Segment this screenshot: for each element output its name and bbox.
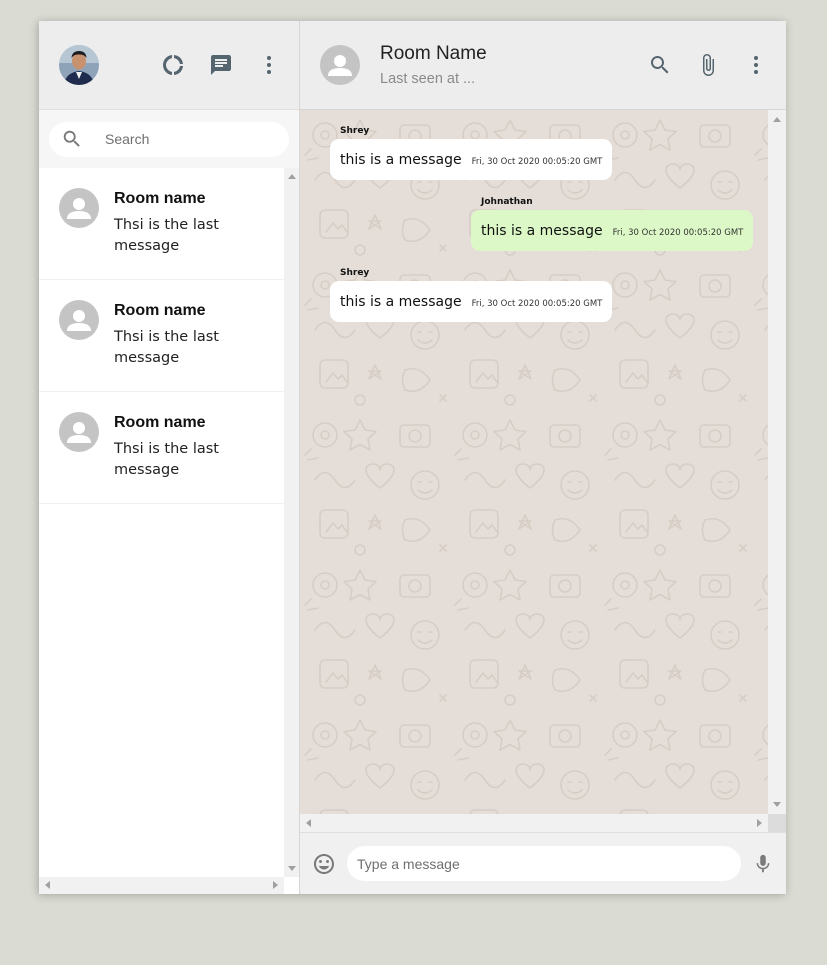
room-avatar bbox=[59, 300, 99, 340]
room-header-info: Room Name Last seen at ... bbox=[380, 43, 487, 87]
message-timestamp: Fri, 30 Oct 2020 00:05:20 GMT bbox=[471, 298, 603, 309]
message-input-wrapper bbox=[347, 846, 741, 881]
user-photo-icon bbox=[59, 45, 99, 85]
chat-info: Room name Thsi is the last message bbox=[114, 188, 224, 279]
messages-vertical-scrollbar[interactable] bbox=[768, 110, 786, 814]
search-input[interactable] bbox=[105, 131, 255, 147]
last-seen-text: Last seen at ... bbox=[380, 71, 476, 87]
scrollbar-corner bbox=[768, 814, 786, 832]
chat-panel: Room Name Last seen at ... Shrey this is… bbox=[300, 21, 786, 894]
message-text: this is a message bbox=[340, 151, 462, 168]
search-box bbox=[49, 121, 289, 157]
search-messages-button[interactable] bbox=[636, 41, 684, 89]
chat-icon bbox=[211, 55, 231, 75]
attach-file-icon bbox=[703, 54, 714, 76]
room-avatar bbox=[59, 188, 99, 228]
sidebar: Room name Thsi is the last message Room … bbox=[39, 21, 300, 894]
messages-area: Shrey this is a message Fri, 30 Oct 2020… bbox=[300, 110, 768, 814]
message-timestamp: Fri, 30 Oct 2020 00:05:20 GMT bbox=[471, 156, 603, 167]
sidebar-header bbox=[39, 21, 299, 110]
chat-list-horizontal-scrollbar[interactable] bbox=[39, 877, 284, 894]
room-name: Room name bbox=[114, 414, 206, 431]
message-text: this is a message bbox=[481, 222, 603, 239]
search-icon bbox=[651, 56, 669, 74]
chat-footer bbox=[300, 832, 786, 894]
scroll-up-arrow-icon[interactable] bbox=[288, 174, 296, 179]
more-vert-icon bbox=[267, 56, 271, 74]
chat-list-item[interactable]: Room name Thsi is the last message bbox=[39, 280, 284, 392]
whatsapp-clone-app: Room name Thsi is the last message Room … bbox=[39, 21, 786, 894]
person-icon bbox=[67, 422, 91, 443]
room-title: Room Name bbox=[380, 43, 487, 64]
scroll-down-arrow-icon[interactable] bbox=[773, 802, 781, 807]
message-text: this is a message bbox=[340, 293, 462, 310]
person-icon bbox=[67, 198, 91, 219]
messages-horizontal-scrollbar[interactable] bbox=[300, 814, 768, 832]
chat-list-item[interactable]: Room name Thsi is the last message bbox=[39, 168, 284, 280]
status-button[interactable] bbox=[149, 41, 197, 89]
room-avatar bbox=[59, 412, 99, 452]
person-icon bbox=[67, 310, 91, 331]
person-icon bbox=[328, 55, 352, 76]
scroll-right-arrow-icon[interactable] bbox=[757, 819, 762, 827]
emoji-button[interactable] bbox=[312, 852, 336, 876]
message-own: Johnathan this is a message Fri, 30 Oct … bbox=[471, 197, 754, 251]
chat-info: Room name Thsi is the last message bbox=[114, 300, 224, 391]
chat-header: Room Name Last seen at ... bbox=[300, 21, 786, 110]
message-input[interactable] bbox=[357, 855, 741, 872]
scroll-left-arrow-icon[interactable] bbox=[45, 881, 50, 889]
search-bar bbox=[39, 110, 299, 168]
scroll-up-arrow-icon[interactable] bbox=[773, 117, 781, 122]
message-sender: Johnathan bbox=[481, 197, 533, 207]
chat-list-area: Room name Thsi is the last message Room … bbox=[39, 168, 299, 894]
emoji-icon bbox=[314, 853, 334, 874]
chat-menu-button[interactable] bbox=[732, 41, 780, 89]
chat-header-actions bbox=[636, 41, 780, 89]
user-avatar[interactable] bbox=[59, 45, 99, 85]
scroll-down-arrow-icon[interactable] bbox=[288, 866, 296, 871]
last-message: Thsi is the last message bbox=[114, 441, 219, 478]
chat-info: Room name Thsi is the last message bbox=[114, 412, 224, 503]
message-sender: Shrey bbox=[340, 126, 370, 136]
message-bubble[interactable]: this is a message Fri, 30 Oct 2020 00:05… bbox=[330, 139, 613, 180]
scroll-right-arrow-icon[interactable] bbox=[273, 881, 278, 889]
message: Shrey this is a message Fri, 30 Oct 2020… bbox=[330, 126, 613, 180]
room-header-avatar[interactable] bbox=[320, 45, 360, 85]
sidebar-menu-button[interactable] bbox=[245, 41, 293, 89]
chat-list: Room name Thsi is the last message Room … bbox=[39, 168, 284, 877]
scroll-left-arrow-icon[interactable] bbox=[306, 819, 311, 827]
last-message: Thsi is the last message bbox=[114, 329, 219, 366]
chat-list-item[interactable]: Room name Thsi is the last message bbox=[39, 392, 284, 504]
sidebar-header-actions bbox=[149, 41, 293, 89]
last-message: Thsi is the last message bbox=[114, 217, 219, 254]
mic-icon bbox=[756, 854, 770, 872]
chat-list-vertical-scrollbar[interactable] bbox=[284, 168, 299, 877]
room-name: Room name bbox=[114, 302, 206, 319]
message-sender: Shrey bbox=[340, 268, 370, 278]
new-chat-button[interactable] bbox=[197, 41, 245, 89]
message-bubble[interactable]: this is a message Fri, 30 Oct 2020 00:05… bbox=[330, 281, 613, 322]
room-name: Room name bbox=[114, 190, 206, 207]
attach-button[interactable] bbox=[684, 41, 732, 89]
search-icon bbox=[63, 130, 80, 147]
more-vert-icon bbox=[754, 56, 758, 74]
message: Shrey this is a message Fri, 30 Oct 2020… bbox=[330, 268, 613, 322]
donut-large-icon bbox=[163, 55, 183, 75]
message-bubble[interactable]: this is a message Fri, 30 Oct 2020 00:05… bbox=[471, 210, 754, 251]
voice-message-button[interactable] bbox=[752, 853, 774, 875]
message-timestamp: Fri, 30 Oct 2020 00:05:20 GMT bbox=[612, 227, 744, 238]
chat-body: Shrey this is a message Fri, 30 Oct 2020… bbox=[300, 110, 786, 832]
